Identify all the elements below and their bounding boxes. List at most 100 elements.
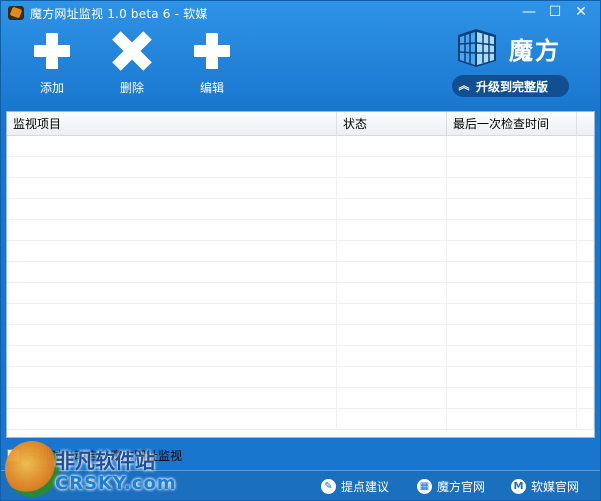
table-cell: [447, 325, 577, 345]
official-site-link[interactable]: ▦ 魔方官网: [417, 478, 485, 495]
edit-icon: [192, 31, 232, 71]
add-button[interactable]: 添加: [22, 31, 82, 96]
official-site-label: 魔方官网: [437, 480, 486, 494]
table-row[interactable]: [7, 136, 594, 157]
plus-icon: [32, 31, 72, 71]
table-cell: [577, 199, 594, 219]
toolbar: 添加 删除 编辑: [1, 31, 421, 101]
table-row[interactable]: [7, 220, 594, 241]
table-cell: [577, 157, 594, 177]
table-row[interactable]: [7, 178, 594, 199]
table-cell: [447, 304, 577, 324]
brand-name: 魔方: [509, 37, 561, 65]
table-cell: [337, 388, 447, 408]
table-cell: [577, 241, 594, 261]
table-cell: [7, 220, 337, 240]
table-cell: [337, 178, 447, 198]
edit-label: 编辑: [199, 81, 224, 95]
table-cell: [577, 283, 594, 303]
table-cell: [577, 136, 594, 156]
edit-button[interactable]: 编辑: [182, 31, 242, 96]
table-row[interactable]: [7, 409, 594, 430]
table-cell: [447, 346, 577, 366]
table-cell: [577, 325, 594, 345]
table-cell: [337, 367, 447, 387]
table-row[interactable]: [7, 241, 594, 262]
app-window: 魔方网址监视 1.0 beta 6 - 软媒 — ☐ ✕ 添加 删除 编辑 魔方…: [0, 0, 601, 501]
table-cell: [337, 241, 447, 261]
table-cell: [447, 136, 577, 156]
table-cell: [7, 157, 337, 177]
table-cell: [7, 304, 337, 324]
delete-button[interactable]: 删除: [102, 31, 162, 96]
table-cell: [7, 262, 337, 282]
brand-area: 魔方 ︽ 升级到完整版: [451, 27, 576, 99]
table-row[interactable]: [7, 388, 594, 409]
table-cell: [337, 304, 447, 324]
add-label: 添加: [39, 81, 64, 95]
feedback-label: 提点建议: [341, 480, 390, 494]
table-row[interactable]: [7, 346, 594, 367]
table-header: 监视项目 状态 最后一次检查时间: [7, 112, 594, 136]
ruanmei-site-label: 软媒官网: [531, 480, 580, 494]
table-cell: [577, 178, 594, 198]
table-cell: [7, 367, 337, 387]
table-row[interactable]: [7, 367, 594, 388]
table-cell: [7, 241, 337, 261]
maximize-button[interactable]: ☐: [544, 3, 566, 21]
table-cell: [447, 220, 577, 240]
table-cell: [577, 388, 594, 408]
delete-icon: [112, 31, 152, 71]
table-cell: [447, 262, 577, 282]
table-cell: [337, 199, 447, 219]
column-header-item[interactable]: 监视项目: [7, 112, 337, 135]
column-header-filler: [577, 112, 594, 135]
table-cell: [337, 220, 447, 240]
table-cell: [577, 346, 594, 366]
feedback-link[interactable]: ✎ 提点建议: [321, 478, 389, 495]
monitor-table[interactable]: 监视项目 状态 最后一次检查时间: [6, 111, 595, 438]
table-cell: [337, 157, 447, 177]
table-cell: [577, 367, 594, 387]
table-row[interactable]: [7, 199, 594, 220]
table-row[interactable]: [7, 157, 594, 178]
table-row[interactable]: [7, 304, 594, 325]
table-cell: [447, 199, 577, 219]
table-cell: [577, 409, 594, 429]
table-row[interactable]: [7, 325, 594, 346]
table-row[interactable]: [7, 262, 594, 283]
table-row[interactable]: [7, 283, 594, 304]
table-cell: [337, 262, 447, 282]
close-button[interactable]: ✕: [570, 3, 592, 21]
table-cell: [577, 220, 594, 240]
watermark-en: CRSKY.com: [55, 473, 177, 494]
table-cell: [7, 346, 337, 366]
table-cell: [337, 346, 447, 366]
cube-logo-icon: [458, 29, 496, 67]
double-chevron-up-icon: ︽: [458, 79, 470, 92]
table-cell: [447, 241, 577, 261]
lightbulb-icon: ✎: [321, 479, 336, 494]
table-cell: [447, 157, 577, 177]
column-header-last-check[interactable]: 最后一次检查时间: [447, 112, 577, 135]
table-cell: [337, 283, 447, 303]
table-cell: [337, 409, 447, 429]
watermark-logo-icon: [5, 441, 59, 497]
table-cell: [7, 178, 337, 198]
upgrade-button[interactable]: ︽ 升级到完整版: [452, 75, 569, 97]
grid-icon: ▦: [417, 479, 432, 494]
window-title: 魔方网址监视 1.0 beta 6 - 软媒: [30, 6, 208, 21]
table-cell: [447, 409, 577, 429]
column-header-status[interactable]: 状态: [337, 112, 447, 135]
app-logo-icon: [8, 6, 24, 20]
table-cell: [447, 367, 577, 387]
ruanmei-m-icon: M: [511, 479, 526, 494]
ruanmei-site-link[interactable]: M 软媒官网: [511, 478, 579, 495]
table-cell: [7, 283, 337, 303]
table-cell: [7, 136, 337, 156]
table-cell: [7, 409, 337, 429]
table-cell: [7, 325, 337, 345]
table-cell: [7, 199, 337, 219]
watermark-cn: 非凡软件站: [55, 449, 155, 473]
minimize-button[interactable]: —: [518, 3, 540, 21]
